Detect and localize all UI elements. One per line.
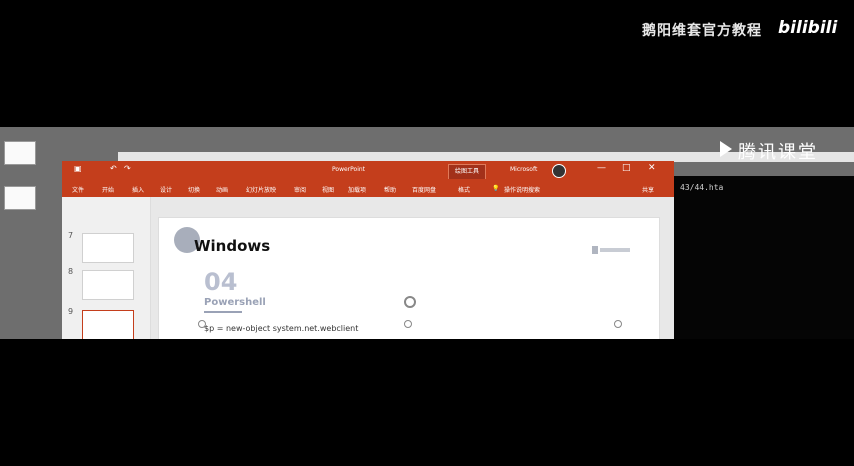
- tab-review[interactable]: 审阅: [294, 185, 306, 194]
- desktop-file-icon[interactable]: [4, 186, 36, 210]
- app-name: PowerPoint: [332, 166, 366, 173]
- channel-watermark: 鹅阳维套官方教程: [642, 23, 762, 39]
- slide-logo-icon: [592, 246, 630, 254]
- section-subtitle[interactable]: Powershell: [204, 297, 266, 308]
- lightbulb-icon: 💡: [492, 185, 500, 192]
- drawing-tools-label: 绘图工具: [448, 164, 486, 180]
- account-name[interactable]: Microsoft: [510, 166, 537, 173]
- tab-animations[interactable]: 动画: [216, 185, 228, 194]
- title-bar: ▣ ↶ ↷ PowerPoint 绘图工具 Microsoft — □ ✕: [62, 161, 674, 180]
- console-text: 43/44.hta: [680, 183, 724, 192]
- tab-file[interactable]: 文件: [72, 185, 84, 194]
- slide-thumbnail-selected[interactable]: [82, 310, 134, 339]
- tab-addins[interactable]: 加载项: [348, 185, 366, 194]
- slide-title[interactable]: Windows: [194, 237, 270, 255]
- slide-number: 8: [68, 267, 74, 276]
- play-icon: [720, 141, 732, 157]
- tab-help[interactable]: 帮助: [384, 185, 396, 194]
- save-icon[interactable]: ▣: [74, 164, 82, 173]
- slide-number: 9: [68, 307, 74, 316]
- tab-transitions[interactable]: 切换: [188, 185, 200, 194]
- undo-icon[interactable]: ↶: [110, 164, 117, 173]
- tab-format[interactable]: 格式: [458, 185, 470, 194]
- ribbon-tabs: 文件 开始 插入 设计 切换 动画 幻灯片放映 审阅 视图 加载项 帮助 百度网…: [62, 179, 674, 197]
- powerpoint-window: ▣ ↶ ↷ PowerPoint 绘图工具 Microsoft — □ ✕ 文件…: [62, 161, 674, 339]
- tencent-classroom-watermark: 腾讯课堂: [738, 142, 818, 163]
- maximize-icon[interactable]: □: [622, 163, 631, 173]
- tab-slideshow[interactable]: 幻灯片放映: [246, 185, 276, 194]
- tell-me-search[interactable]: 操作说明搜索: [504, 185, 540, 194]
- tab-home[interactable]: 开始: [102, 185, 114, 194]
- resize-handle[interactable]: [198, 320, 206, 328]
- tab-baidu-netdisk[interactable]: 百度网盘: [412, 185, 436, 194]
- redo-icon[interactable]: ↷: [124, 164, 131, 173]
- tab-design[interactable]: 设计: [160, 185, 172, 194]
- minimize-icon[interactable]: —: [597, 163, 606, 173]
- console-window: [664, 176, 854, 339]
- resize-handle[interactable]: [614, 320, 622, 328]
- resize-handle[interactable]: [404, 320, 412, 328]
- rotate-handle-icon[interactable]: [404, 296, 416, 308]
- tab-view[interactable]: 视图: [322, 185, 334, 194]
- code-text[interactable]: $p = new-object system.net.webclient: [204, 324, 358, 333]
- bilibili-logo: bilibili: [778, 18, 838, 38]
- subtitle-underline: [204, 311, 242, 313]
- desktop-file-icon[interactable]: [4, 141, 36, 165]
- avatar[interactable]: [552, 164, 566, 178]
- share-button[interactable]: 共享: [642, 185, 654, 194]
- section-number[interactable]: 04: [204, 268, 237, 296]
- slide-number: 7: [68, 231, 74, 240]
- close-icon[interactable]: ✕: [648, 163, 656, 173]
- slide-thumbnail[interactable]: [82, 233, 134, 263]
- slide-thumbnail[interactable]: [82, 270, 134, 300]
- tab-insert[interactable]: 插入: [132, 185, 144, 194]
